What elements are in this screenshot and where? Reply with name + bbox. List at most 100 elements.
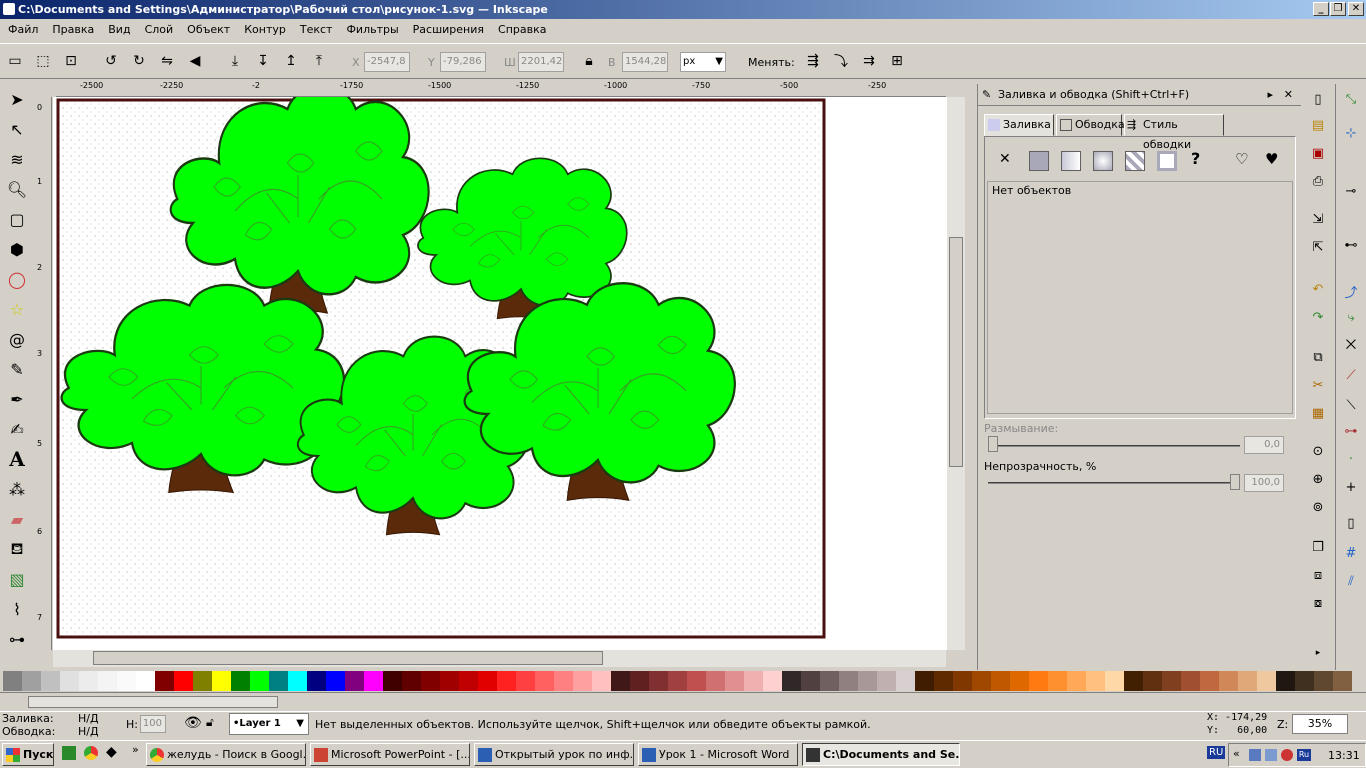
snap-cusp-icon[interactable]: ⟋ bbox=[1340, 364, 1362, 386]
palette-scrollbar[interactable] bbox=[0, 692, 1366, 710]
quicklaunch-inkscape-icon[interactable]: ◆ bbox=[106, 744, 117, 760]
tray-expand-icon[interactable]: « bbox=[1233, 747, 1240, 760]
tweak-tool-icon[interactable]: ≋ bbox=[4, 146, 30, 172]
select-all-icon[interactable]: ▭ bbox=[4, 50, 26, 72]
palette-swatch[interactable] bbox=[402, 671, 421, 691]
duplicate-icon[interactable]: ❐ bbox=[1307, 536, 1329, 558]
snap-bbox-icon[interactable]: ⊹ bbox=[1340, 122, 1362, 144]
selector-tool-icon[interactable]: ➤ bbox=[4, 86, 30, 112]
rotate-cw-icon[interactable]: ↻ bbox=[128, 50, 150, 72]
minimize-button[interactable]: _ bbox=[1313, 2, 1329, 16]
flat-color-icon[interactable] bbox=[1029, 151, 1049, 171]
transform-gradients-icon[interactable]: ⇉ bbox=[858, 50, 880, 72]
palette-swatch[interactable] bbox=[383, 671, 402, 691]
palette-swatch[interactable] bbox=[269, 671, 288, 691]
connector-tool-icon[interactable]: ⊶ bbox=[4, 626, 30, 652]
palette-swatch[interactable] bbox=[1124, 671, 1143, 691]
horizontal-scroll-thumb[interactable] bbox=[93, 651, 603, 665]
flip-vertical-icon[interactable]: ◀ bbox=[184, 50, 206, 72]
palette-swatch[interactable] bbox=[250, 671, 269, 691]
vertical-scrollbar[interactable] bbox=[947, 97, 965, 650]
palette-swatch[interactable] bbox=[1295, 671, 1314, 691]
tray-keyboard-icon[interactable]: Ru bbox=[1297, 749, 1311, 761]
snap-midpoint-icon[interactable]: ⊶ bbox=[1340, 420, 1362, 442]
quicklaunch-chrome-icon[interactable] bbox=[84, 746, 98, 760]
snap-path-icon[interactable]: ⤷ bbox=[1340, 306, 1362, 328]
menu-item[interactable]: Файл bbox=[0, 19, 44, 41]
palette-swatch[interactable] bbox=[953, 671, 972, 691]
undo-icon[interactable]: ↶ bbox=[1307, 278, 1329, 300]
task-inkscape[interactable]: C:\Documents and Se... bbox=[802, 743, 960, 766]
menu-item[interactable]: Расширения bbox=[405, 19, 490, 41]
unlink-clone-icon[interactable]: ⧇ bbox=[1307, 592, 1329, 614]
menu-item[interactable]: Объект bbox=[179, 19, 236, 41]
export-icon[interactable]: ⇱ bbox=[1307, 236, 1329, 258]
palette-swatch[interactable] bbox=[1200, 671, 1219, 691]
palette-swatch[interactable] bbox=[1257, 671, 1276, 691]
palette-swatch[interactable] bbox=[1086, 671, 1105, 691]
canvas[interactable] bbox=[53, 97, 947, 650]
star-tool-icon[interactable]: ☆ bbox=[4, 296, 30, 322]
palette-swatch[interactable] bbox=[725, 671, 744, 691]
tray-network2-icon[interactable] bbox=[1265, 749, 1277, 761]
pencil-tool-icon[interactable]: ✎ bbox=[4, 356, 30, 382]
palette-swatch[interactable] bbox=[554, 671, 573, 691]
palette-swatch[interactable] bbox=[497, 671, 516, 691]
panel-iconify-icon[interactable]: ▸ bbox=[1267, 84, 1273, 106]
palette-swatch[interactable] bbox=[212, 671, 231, 691]
palette-swatch[interactable] bbox=[934, 671, 953, 691]
deselect-icon[interactable]: ⊡ bbox=[60, 50, 82, 72]
menu-item[interactable]: Вид bbox=[100, 19, 136, 41]
copy-icon[interactable]: ⧉ bbox=[1307, 346, 1329, 368]
tab-fill[interactable]: Заливка bbox=[984, 114, 1054, 136]
menu-item[interactable]: Справка bbox=[490, 19, 552, 41]
opacity-slider[interactable] bbox=[988, 482, 1240, 484]
opacity-status-field[interactable]: 100 bbox=[140, 715, 166, 733]
palette-swatch[interactable] bbox=[611, 671, 630, 691]
palette-swatch[interactable] bbox=[60, 671, 79, 691]
palette-swatch[interactable] bbox=[1010, 671, 1029, 691]
palette-swatch[interactable] bbox=[117, 671, 136, 691]
horizontal-scrollbar[interactable] bbox=[53, 650, 946, 667]
tray-network-icon[interactable] bbox=[1249, 749, 1261, 761]
palette-swatch[interactable] bbox=[1238, 671, 1257, 691]
palette-swatch[interactable] bbox=[896, 671, 915, 691]
palette-swatch[interactable] bbox=[630, 671, 649, 691]
paste-icon[interactable]: ▦ bbox=[1307, 402, 1329, 424]
palette-swatch[interactable] bbox=[972, 671, 991, 691]
task-powerpoint[interactable]: Microsoft PowerPoint - [... bbox=[310, 743, 470, 766]
palette-swatch[interactable] bbox=[1314, 671, 1333, 691]
fill-rule-evenodd-icon[interactable]: ♡ bbox=[1235, 150, 1248, 168]
palette-scroll-thumb[interactable] bbox=[28, 696, 278, 708]
radial-gradient-icon[interactable] bbox=[1093, 151, 1113, 171]
opacity-spin[interactable]: 100,0 bbox=[1244, 474, 1284, 492]
linear-gradient-icon[interactable] bbox=[1061, 151, 1081, 171]
dropper-tool-icon[interactable]: ⌇ bbox=[4, 596, 30, 622]
gradient-tool-icon[interactable]: ▧ bbox=[4, 566, 30, 592]
palette-swatch[interactable] bbox=[345, 671, 364, 691]
palette-swatch[interactable] bbox=[22, 671, 41, 691]
snap-intersection-icon[interactable]: ⨉ bbox=[1340, 334, 1362, 356]
palette-swatch[interactable] bbox=[1029, 671, 1048, 691]
palette-swatch[interactable] bbox=[98, 671, 117, 691]
palette-swatch[interactable] bbox=[1333, 671, 1352, 691]
cut-icon[interactable]: ✂ bbox=[1307, 374, 1329, 396]
palette-swatch[interactable] bbox=[877, 671, 896, 691]
zoom-field[interactable]: 35% bbox=[1292, 714, 1348, 734]
blur-slider-knob[interactable] bbox=[988, 436, 998, 452]
menu-item[interactable]: Фильтры bbox=[338, 19, 404, 41]
palette-swatch[interactable] bbox=[687, 671, 706, 691]
menu-item[interactable]: Текст bbox=[292, 19, 339, 41]
swatch-icon[interactable] bbox=[1157, 151, 1177, 171]
spiral-tool-icon[interactable]: @ bbox=[4, 326, 30, 352]
transform-patterns-icon[interactable]: ⊞ bbox=[886, 50, 908, 72]
zoom-selection-icon[interactable]: ⊙ bbox=[1307, 440, 1329, 462]
palette-swatch[interactable] bbox=[3, 671, 22, 691]
palette-swatch[interactable] bbox=[668, 671, 687, 691]
palette-swatch[interactable] bbox=[820, 671, 839, 691]
zoom-tool-icon[interactable]: 🔍︎ bbox=[4, 176, 30, 202]
zoom-page-icon[interactable]: ⊚ bbox=[1307, 496, 1329, 518]
bucket-tool-icon[interactable]: ⛾ bbox=[4, 536, 30, 562]
palette-swatch[interactable] bbox=[155, 671, 174, 691]
palette-swatch[interactable] bbox=[592, 671, 611, 691]
